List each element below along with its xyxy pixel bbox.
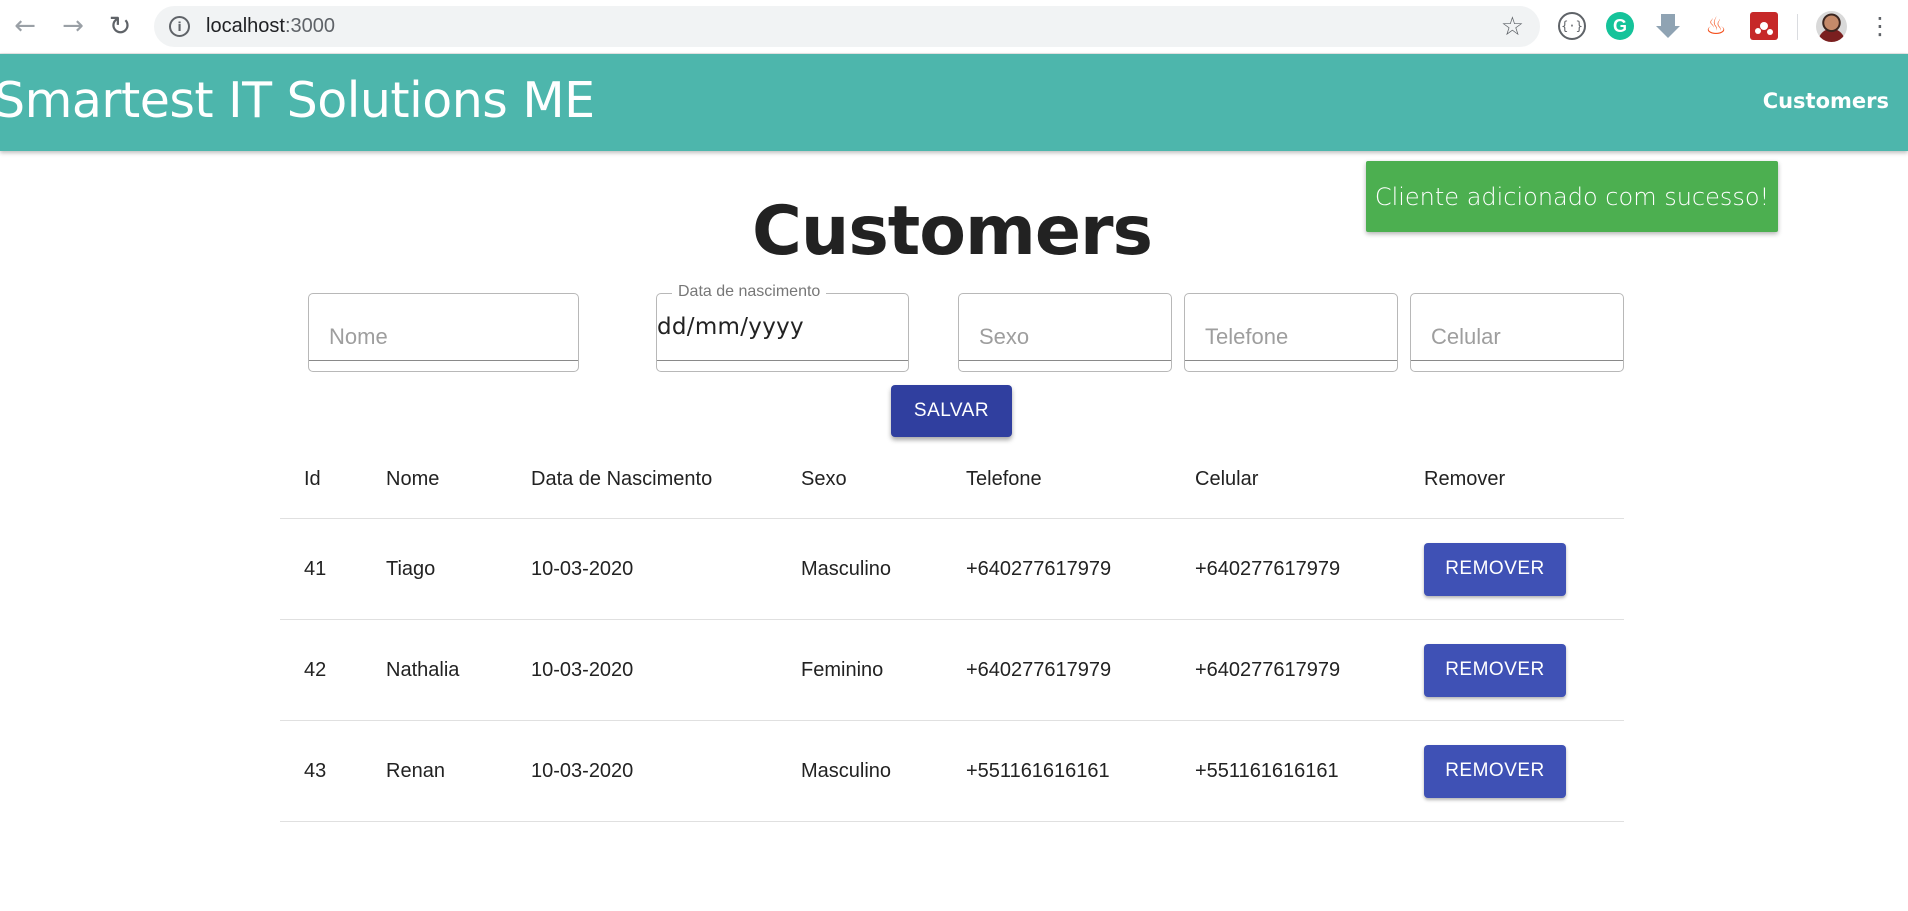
remove-button[interactable]: REMOVER	[1424, 744, 1566, 798]
cell-sexo: Masculino	[801, 759, 892, 782]
cell-id: 41	[304, 557, 327, 580]
nome-underline	[309, 359, 578, 361]
cell-id: 42	[304, 658, 327, 681]
remove-button[interactable]: REMOVER	[1424, 542, 1566, 596]
celular-underline	[1411, 359, 1623, 361]
grammarly-icon[interactable]: G	[1606, 12, 1634, 40]
cell-remover: REMOVER	[1424, 519, 1566, 619]
data-nascimento-label: Data de nascimento	[672, 283, 827, 301]
nome-input[interactable]	[309, 294, 578, 362]
kebab-menu-icon[interactable]: ⋮	[1868, 12, 1892, 42]
telefone-field[interactable]	[1184, 293, 1398, 372]
header-celular: Celular	[1195, 467, 1259, 490]
sexo-underline	[959, 359, 1171, 361]
cell-sexo: Masculino	[801, 557, 892, 580]
cell-nome: Tiago	[386, 557, 436, 580]
url-text[interactable]: localhost:3000	[206, 15, 335, 38]
forward-icon[interactable]: →	[58, 11, 88, 41]
download-icon[interactable]	[1654, 12, 1682, 40]
save-button[interactable]: SALVAR	[891, 385, 1012, 437]
customers-table: Id Nome Data de Nascimento Sexo Telefone…	[280, 440, 1624, 822]
page-title: Customers	[752, 192, 1153, 271]
cell-sexo: Feminino	[801, 658, 884, 681]
nav-link-customers[interactable]: Customers	[1763, 89, 1889, 113]
cell-telefone: +640277617979	[966, 557, 1112, 580]
app-header: Smartest IT Solutions ME Customers	[0, 54, 1908, 151]
brand-title[interactable]: Smartest IT Solutions ME	[0, 72, 595, 129]
header-sexo: Sexo	[801, 467, 847, 490]
cell-data: 10-03-2020	[531, 759, 634, 782]
table-header-row: Id Nome Data de Nascimento Sexo Telefone…	[280, 440, 1624, 519]
table-row: 43 Renan 10-03-2020 Masculino +551161616…	[280, 721, 1624, 822]
telefone-underline	[1185, 359, 1397, 361]
address-bar[interactable]: i localhost:3000 ☆	[154, 6, 1540, 47]
back-icon[interactable]: ←	[10, 11, 40, 41]
cell-id: 43	[304, 759, 327, 782]
reload-icon[interactable]: ↻	[105, 11, 135, 42]
header-id: Id	[304, 467, 321, 490]
cell-celular: +640277617979	[1195, 658, 1341, 681]
header-data-nascimento: Data de Nascimento	[531, 467, 713, 490]
nome-field[interactable]	[308, 293, 579, 372]
header-nome: Nome	[386, 467, 440, 490]
cell-nome: Renan	[386, 759, 445, 782]
cell-nome: Nathalia	[386, 658, 460, 681]
fire-icon[interactable]: ♨	[1702, 12, 1730, 40]
cell-data: 10-03-2020	[531, 557, 634, 580]
data-nascimento-input[interactable]: dd/mm/yyyy	[657, 314, 804, 340]
dice-extension-icon[interactable]	[1750, 12, 1778, 40]
cell-data: 10-03-2020	[531, 658, 634, 681]
cell-remover: REMOVER	[1424, 721, 1566, 821]
sexo-input[interactable]	[959, 294, 1171, 362]
code-extension-icon[interactable]: {·}	[1558, 12, 1586, 40]
cell-celular: +640277617979	[1195, 557, 1341, 580]
url-port: :3000	[284, 15, 335, 37]
telefone-input[interactable]	[1185, 294, 1397, 362]
browser-toolbar: ← → ↻ i localhost:3000 ☆ {·} G ♨ ⋮	[0, 0, 1908, 54]
avatar[interactable]	[1816, 11, 1847, 42]
cell-telefone: +551161616161	[966, 759, 1110, 782]
cell-remover: REMOVER	[1424, 620, 1566, 720]
sexo-field[interactable]	[958, 293, 1172, 372]
cell-celular: +551161616161	[1195, 759, 1339, 782]
celular-field[interactable]	[1410, 293, 1624, 372]
table-row: 42 Nathalia 10-03-2020 Feminino +6402776…	[280, 620, 1624, 721]
toolbar-separator	[1797, 14, 1798, 40]
cell-telefone: +640277617979	[966, 658, 1112, 681]
data-nascimento-field[interactable]: Data de nascimento dd/mm/yyyy	[656, 283, 909, 372]
url-host: localhost	[206, 15, 285, 37]
table-row: 41 Tiago 10-03-2020 Masculino +640277617…	[280, 519, 1624, 620]
star-icon[interactable]: ☆	[1501, 12, 1524, 42]
celular-input[interactable]	[1411, 294, 1623, 362]
header-remover: Remover	[1424, 467, 1506, 490]
header-telefone: Telefone	[966, 467, 1042, 490]
success-toast[interactable]: Cliente adicionado com sucesso!	[1366, 161, 1778, 232]
remove-button[interactable]: REMOVER	[1424, 643, 1566, 697]
info-icon[interactable]: i	[169, 16, 190, 37]
data-underline	[657, 359, 908, 361]
